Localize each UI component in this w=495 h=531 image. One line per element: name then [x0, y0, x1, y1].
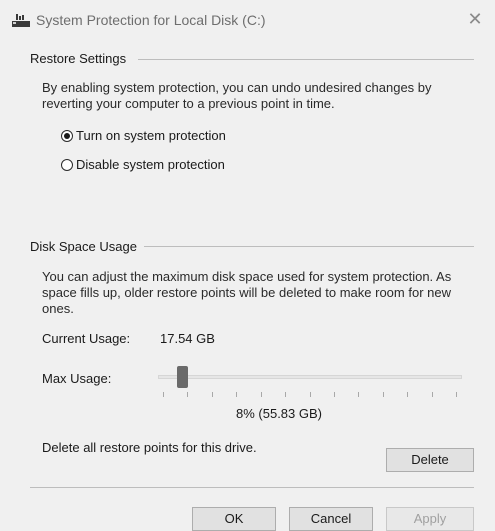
- slider-tick: [407, 392, 409, 397]
- slider-tick: [333, 392, 335, 397]
- slider-tick: [236, 392, 238, 397]
- drive-icon: [12, 14, 30, 27]
- footer-separator: [30, 487, 474, 488]
- close-icon[interactable]: ✕: [465, 9, 485, 29]
- restore-description-line1: By enabling system protection, you can u…: [42, 80, 432, 95]
- delete-description: Delete all restore points for this drive…: [42, 440, 257, 455]
- disk-description-line1: You can adjust the maximum disk space us…: [42, 269, 452, 284]
- title-bar: System Protection for Local Disk (C:) ✕: [0, 0, 495, 42]
- slider-tick: [309, 392, 311, 397]
- radio-button-unselected[interactable]: [61, 158, 73, 171]
- slider-tick: [163, 392, 164, 397]
- cancel-button[interactable]: Cancel: [289, 507, 373, 531]
- restore-description-line2: reverting your computer to a previous po…: [42, 96, 335, 111]
- slider-tick: [358, 392, 360, 397]
- current-usage-value: 17.54 GB: [160, 331, 215, 346]
- slider-tick: [187, 392, 189, 397]
- restore-settings-separator: [138, 59, 474, 60]
- slider-tick: [211, 392, 213, 397]
- disk-description-line2: space fills up, older restore points wil…: [42, 285, 451, 300]
- delete-button[interactable]: Delete: [386, 448, 474, 472]
- max-usage-value: 8% (55.83 GB): [236, 406, 322, 421]
- slider-track[interactable]: [158, 375, 462, 379]
- max-usage-label: Max Usage:: [42, 371, 112, 386]
- apply-button[interactable]: Apply: [386, 507, 474, 531]
- slider-tick: [285, 392, 287, 397]
- restore-settings-heading: Restore Settings: [30, 51, 127, 66]
- slider-tick: [456, 392, 457, 397]
- ok-button[interactable]: OK: [192, 507, 276, 531]
- radio-turn-on-protection[interactable]: Turn on system protection: [61, 128, 226, 143]
- slider-thumb[interactable]: [177, 366, 188, 388]
- radio-button-selected[interactable]: [61, 129, 73, 142]
- slider-tick: [431, 392, 433, 397]
- current-usage-label: Current Usage:: [42, 331, 131, 346]
- radio-disable-protection[interactable]: Disable system protection: [61, 157, 225, 172]
- radio-turn-on-label[interactable]: Turn on system protection: [76, 128, 226, 143]
- disk-description-line3: ones.: [42, 301, 74, 316]
- window-title: System Protection for Local Disk (C:): [36, 12, 266, 28]
- disk-usage-heading: Disk Space Usage: [30, 239, 137, 254]
- disk-usage-separator: [144, 246, 474, 247]
- slider-tick: [382, 392, 384, 397]
- radio-disable-label[interactable]: Disable system protection: [76, 157, 225, 172]
- slider-tick: [260, 392, 262, 397]
